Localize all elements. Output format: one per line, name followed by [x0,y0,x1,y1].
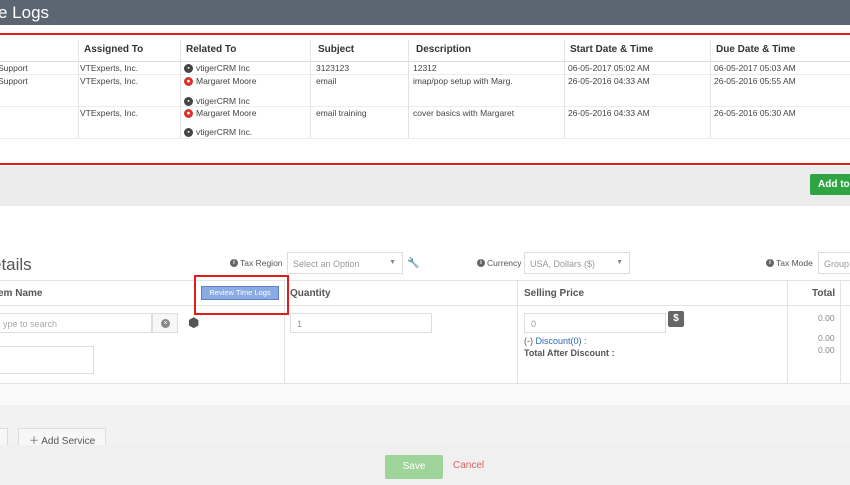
line-items-footer [0,383,850,405]
contact-icon: ● [184,108,193,118]
row-due: 26-05-2016 05:55 AM [714,76,796,86]
col-description[interactable]: Description [416,44,471,55]
row-subject: 3123123 [316,63,350,73]
time-logs-header: Assigned To Related To Subject Descripti… [0,36,850,62]
row-assigned-to: VTExperts, Inc. [80,108,139,118]
column-divider [408,40,409,138]
page-title: e Logs [0,3,50,22]
info-icon: i [477,259,485,267]
row-description: imap/pop setup with Marg. [413,76,513,86]
row-start: 26-05-2016 04:33 AM [568,76,650,86]
item-details-title: etails [0,255,32,274]
add-items-bar [0,405,850,445]
related-contact-link[interactable]: ● Margaret Moore [184,76,256,86]
col-start-date[interactable]: Start Date & Time [570,44,653,55]
item-search-input[interactable]: ype to search [0,313,152,333]
col-assigned-to[interactable]: Assigned To [84,44,143,55]
col-related-to[interactable]: Related To [186,44,236,55]
review-time-logs-button[interactable]: Review Time Logs [201,286,279,300]
selling-price-input[interactable]: 0 [524,313,666,333]
after-discount-total: 0.00 [818,345,835,355]
currency-label: i Currency [477,258,521,268]
column-divider [564,40,565,138]
title-bar: e Logs [0,0,850,25]
related-org-link[interactable]: ▪ vtigerCRM Inc [184,63,250,73]
row-owner: Support [0,63,28,73]
tax-mode-label: i Tax Mode [766,258,813,268]
currency-select[interactable]: USA, Dollars ($) ▼ [524,252,630,274]
organization-icon: ▪ [184,96,193,106]
row-subject: email [316,76,337,86]
time-logs-footer [0,166,850,206]
col-item-name: em Name [0,288,43,299]
cancel-link[interactable]: Cancel [453,460,484,471]
chevron-down-icon: ▼ [389,259,396,266]
col-due-date[interactable]: Due Date & Time [716,44,795,55]
col-subject[interactable]: Subject [318,44,354,55]
price-book-icon[interactable]: $ [668,311,684,327]
item-comment-textarea[interactable] [0,346,94,374]
row-description: cover basics with Margaret [413,108,515,118]
add-product-button[interactable] [0,428,8,446]
column-divider [710,40,711,138]
col-quantity: Quantity [290,288,331,299]
related-org-link[interactable]: ▪ vtigerCRM Inc [184,96,250,106]
col-total: Total [812,288,836,299]
chevron-down-icon: ▼ [616,259,623,266]
row-start: 06-05-2017 05:02 AM [568,63,650,73]
line-total: 0.00 [818,313,835,323]
contact-icon: ● [184,76,193,86]
close-icon: × [161,319,170,328]
discount-total: 0.00 [818,333,835,343]
row-description: 12312 [413,63,437,73]
total-after-discount-label: Total After Discount : [524,348,615,358]
row-start: 26-05-2016 04:33 AM [568,108,650,118]
column-divider [180,40,181,138]
divider [0,106,850,107]
discount-link[interactable]: Discount(0) : [536,336,587,346]
column-divider [787,280,788,383]
column-divider [78,40,79,138]
column-divider [840,280,841,383]
line-items-header [0,280,850,306]
divider [0,61,850,62]
quantity-input[interactable]: 1 [290,313,432,333]
add-service-button[interactable]: ＋ Add Service [18,428,106,447]
row-assigned-to: VTExperts, Inc. [80,63,139,73]
discount-line: (-) Discount(0) : [524,336,587,346]
row-owner: Support [0,76,28,86]
add-to-button[interactable]: Add to [810,174,850,195]
tax-mode-select[interactable]: Group [818,252,850,274]
col-selling-price: Selling Price [524,288,585,299]
related-org-link[interactable]: ▪ vtigerCRM Inc. [184,127,252,137]
save-button[interactable]: Save [385,455,443,479]
wrench-icon[interactable]: 🔧 [407,258,419,269]
tax-region-label: i Tax Region [230,258,283,268]
row-assigned-to: VTExperts, Inc. [80,76,139,86]
related-contact-link[interactable]: ● Margaret Moore [184,108,256,118]
organization-icon: ▪ [184,127,193,137]
row-due: 26-05-2016 05:30 AM [714,108,796,118]
info-icon: i [230,259,238,267]
divider [0,74,850,75]
organization-icon: ▪ [184,63,193,73]
clear-button[interactable]: × [152,313,178,333]
row-subject: email training [316,108,367,118]
info-icon: i [766,259,774,267]
column-divider [517,280,518,383]
products-cube-icon[interactable]: ⬢ [188,315,199,331]
tax-region-select[interactable]: Select an Option ▼ [287,252,403,274]
divider [0,138,850,139]
row-due: 06-05-2017 05:03 AM [714,63,796,73]
column-divider [310,40,311,138]
